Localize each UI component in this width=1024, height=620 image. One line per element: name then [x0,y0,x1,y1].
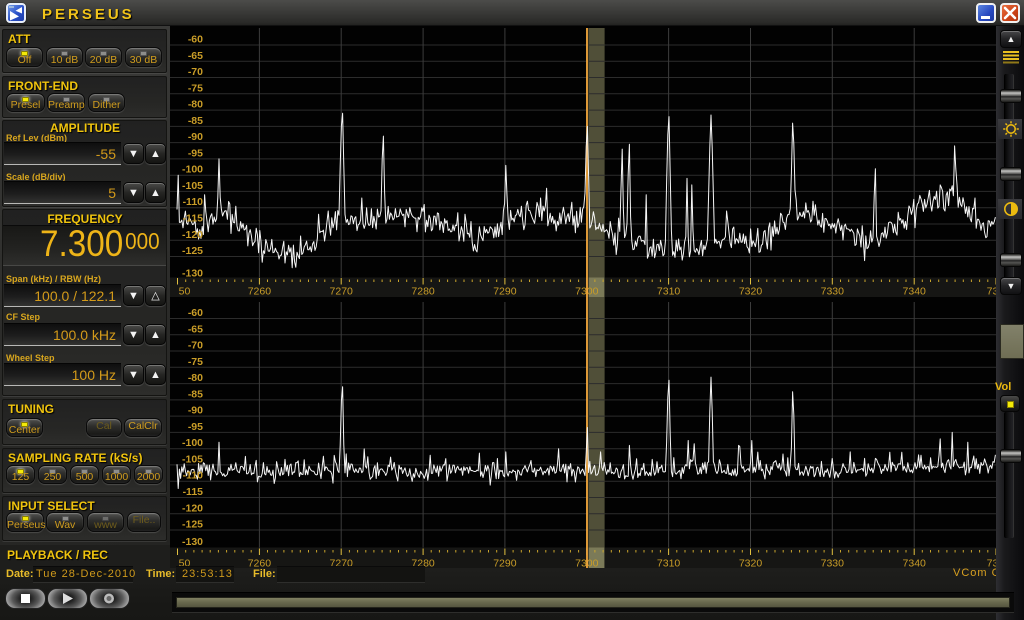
svg-text:-60: -60 [188,307,203,319]
svg-text:7340: 7340 [903,286,927,298]
svg-text:-75: -75 [188,82,203,94]
svg-text:-85: -85 [188,115,203,127]
svg-text:-70: -70 [188,340,203,352]
svg-text:7320: 7320 [739,286,763,298]
svg-text:-95: -95 [188,421,203,433]
svg-text:7270: 7270 [330,286,354,298]
svg-text:7310: 7310 [657,286,681,298]
svg-text:-95: -95 [188,147,203,159]
svg-text:-65: -65 [188,50,203,62]
svg-text:7290: 7290 [493,286,517,298]
svg-text:-105: -105 [182,453,203,465]
svg-text:50: 50 [179,286,191,298]
svg-text:-100: -100 [182,164,203,176]
svg-text:-75: -75 [188,356,203,368]
svg-text:-130: -130 [182,267,203,279]
svg-text:-115: -115 [183,213,204,225]
svg-text:-90: -90 [188,405,203,417]
svg-text:-125: -125 [182,519,203,531]
svg-text:-125: -125 [182,245,203,257]
svg-text:-130: -130 [182,536,203,548]
svg-text:-60: -60 [188,34,203,46]
svg-text:-100: -100 [182,437,203,449]
svg-text:7330: 7330 [821,286,845,298]
svg-text:-110: -110 [183,470,204,482]
svg-text:-85: -85 [188,388,203,400]
svg-text:-70: -70 [188,66,203,78]
svg-text:-90: -90 [188,131,203,143]
svg-text:7260: 7260 [248,286,272,298]
svg-text:7280: 7280 [411,286,435,298]
svg-text:-110: -110 [183,196,204,208]
svg-text:-80: -80 [188,372,203,384]
svg-text:73: 73 [987,286,996,298]
svg-text:-120: -120 [182,502,203,514]
svg-text:-115: -115 [183,486,204,498]
svg-text:-120: -120 [182,229,203,241]
svg-text:-80: -80 [188,99,203,111]
svg-text:-65: -65 [188,323,203,335]
svg-text:-105: -105 [182,180,203,192]
